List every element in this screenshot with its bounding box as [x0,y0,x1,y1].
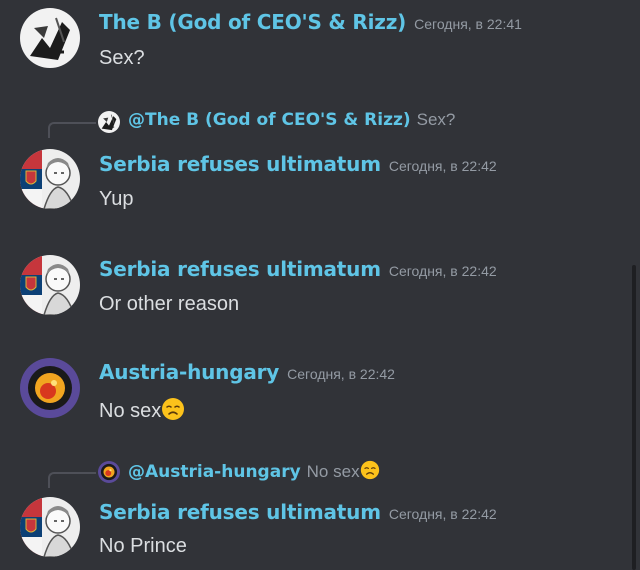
message-header: Serbia refuses ultimatum Сегодня, в 22:42 [99,257,497,281]
message-text: Yup [99,188,134,210]
reply-username[interactable]: @Austria-hungary [128,462,301,482]
reply-connector [48,472,96,488]
disappointed-face-emoji [161,397,185,421]
reply-text: @The B (God of CEO'S & Rizz) Sex? [128,110,455,130]
timestamp: Сегодня, в 22:42 [388,506,497,522]
message-header: Serbia refuses ultimatum Сегодня, в 22:42 [99,152,497,176]
timestamp: Сегодня, в 22:42 [287,366,395,382]
disappointed-face-emoji [360,460,380,480]
message-text: Sex? [99,47,145,69]
reply-content: No sex [306,462,360,481]
message-item[interactable]: Serbia refuses ultimatum Сегодня, в 22:42… [0,489,620,570]
message-header: Serbia refuses ultimatum Сегодня, в 22:42 [99,500,497,524]
chat-message-list: The B (God of CEO'S & Rizz) Сегодня, в 22… [0,0,640,570]
serbia-character-avatar-icon[interactable] [20,497,80,557]
reply-preview[interactable]: @The B (God of CEO'S & Rizz) Sex? [0,110,620,138]
message-text: No sex [99,400,162,422]
serbia-character-avatar-icon[interactable] [20,255,80,315]
serbia-character-avatar-icon[interactable] [20,149,80,209]
timestamp: Сегодня, в 22:42 [388,263,497,279]
timestamp: Сегодня, в 22:42 [388,158,497,174]
message-header: The B (God of CEO'S & Rizz) Сегодня, в 22… [99,10,522,34]
message-text: Or other reason [99,293,240,315]
message-content: No Prince [99,535,187,558]
reply-content: Sex? [416,110,456,129]
message-content: Yup [99,188,133,211]
timestamp: Сегодня, в 22:41 [414,16,522,32]
message-item[interactable]: Austria-hungary Сегодня, в 22:42 No sex [0,350,620,430]
artwork-avatar-icon[interactable] [20,8,80,68]
reply-preview[interactable]: @Austria-hungary No sex [0,460,620,488]
username[interactable]: Serbia refuses ultimatum [99,152,381,176]
reply-connector [48,122,96,138]
artwork-avatar-icon [98,111,120,133]
username[interactable]: Austria-hungary [99,360,279,384]
message-header: Austria-hungary Сегодня, в 22:42 [99,360,395,384]
orb-avatar-icon[interactable] [20,358,80,418]
username[interactable]: The B (God of CEO'S & Rizz) [99,10,406,34]
message-item[interactable]: Serbia refuses ultimatum Сегодня, в 22:42… [0,140,620,220]
message-text: No Prince [99,535,187,557]
message-content: Sex? [99,47,145,70]
message-item[interactable]: Serbia refuses ultimatum Сегодня, в 22:42… [0,246,620,326]
reply-text: @Austria-hungary No sex [128,460,380,482]
reply-username[interactable]: @The B (God of CEO'S & Rizz) [128,110,411,130]
scrollbar[interactable] [632,265,636,570]
message-content: No sex [99,397,185,423]
message-content: Or other reason [99,293,239,316]
orb-avatar-icon [98,461,120,483]
username[interactable]: Serbia refuses ultimatum [99,257,381,281]
message-item[interactable]: The B (God of CEO'S & Rizz) Сегодня, в 22… [0,0,620,80]
username[interactable]: Serbia refuses ultimatum [99,500,381,524]
